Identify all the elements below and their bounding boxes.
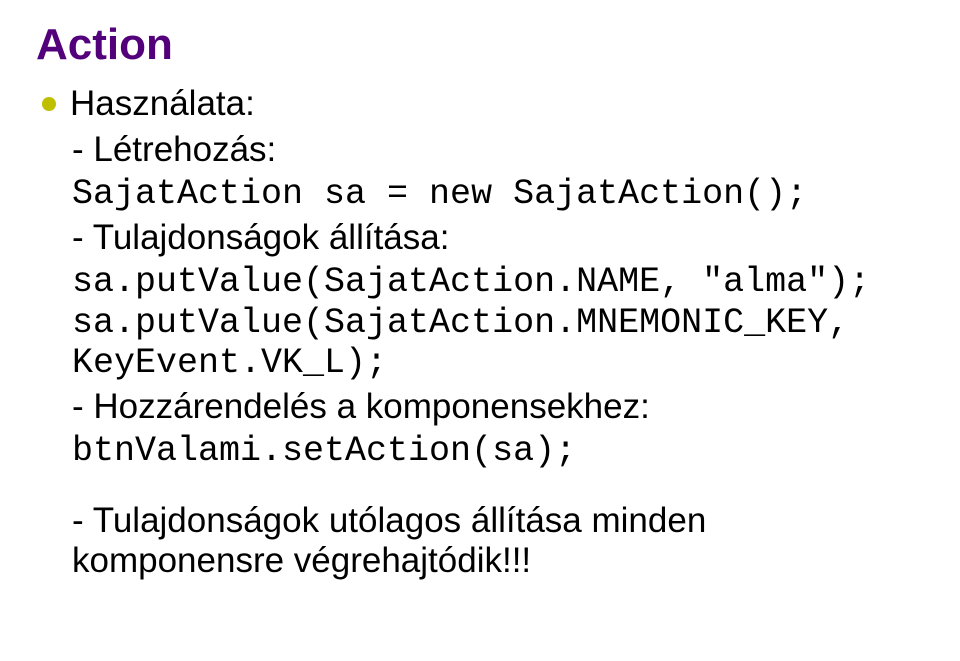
heading-props: - Tulajdonságok állítása: xyxy=(72,218,924,258)
heading-assign: - Hozzárendelés a komponensekhez: xyxy=(72,387,924,427)
section-assign: - Hozzárendelés a komponensekhez: btnVal… xyxy=(72,387,924,471)
section-note: - Tulajdonságok utólagos állítása minden… xyxy=(72,501,924,581)
section-create: - Létrehozás: SajatAction sa = new Sajat… xyxy=(72,130,924,214)
bullet-label: Használata: xyxy=(70,84,255,124)
code-props-line1: sa.putValue(SajatAction.NAME, "alma"); xyxy=(72,262,924,302)
code-create: SajatAction sa = new SajatAction(); xyxy=(72,174,924,214)
heading-create: - Létrehozás: xyxy=(72,130,924,170)
note-text: - Tulajdonságok utólagos állítása minden… xyxy=(72,501,924,581)
bullet-icon xyxy=(42,97,56,111)
bullet-row: Használata: xyxy=(36,84,924,124)
code-props-line2: sa.putValue(SajatAction.MNEMONIC_KEY, Ke… xyxy=(72,303,924,384)
code-assign: btnValami.setAction(sa); xyxy=(72,431,924,471)
section-props: - Tulajdonságok állítása: sa.putValue(Sa… xyxy=(72,218,924,383)
slide-title: Action xyxy=(36,20,924,70)
content-block: - Létrehozás: SajatAction sa = new Sajat… xyxy=(72,130,924,581)
